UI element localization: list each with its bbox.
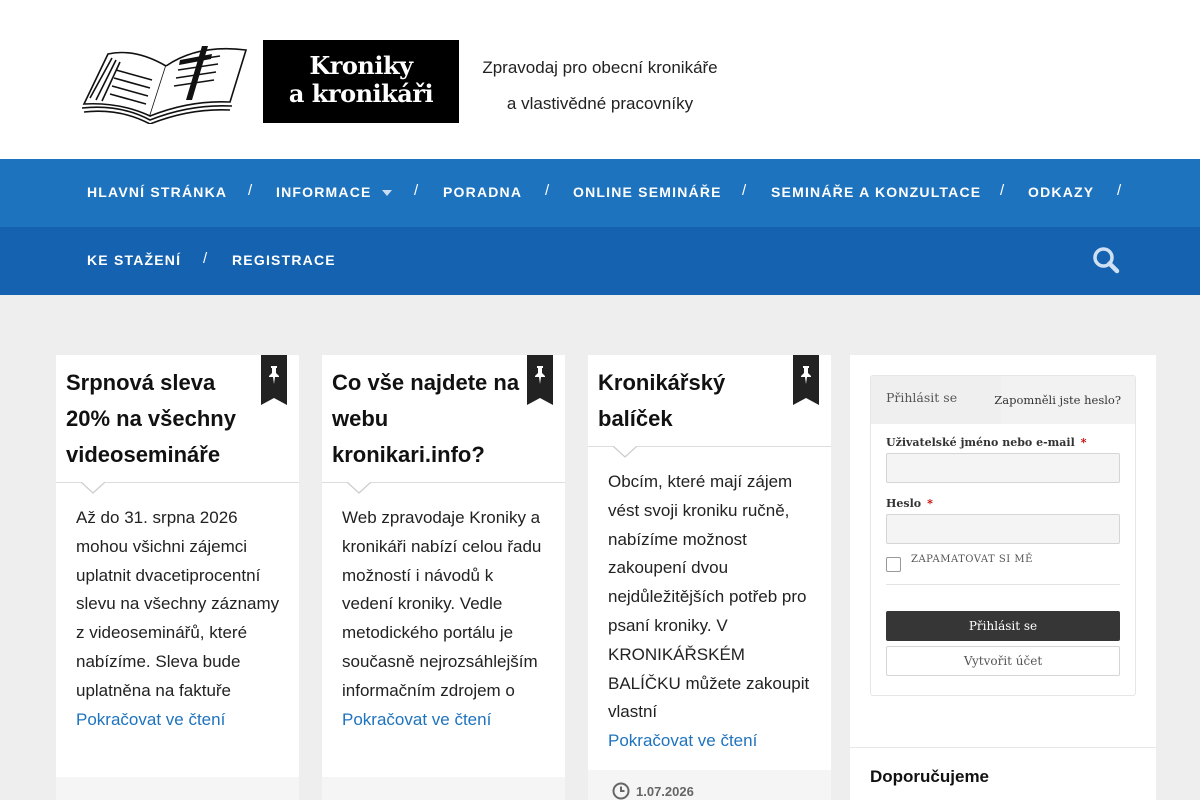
sticky-badge — [261, 355, 287, 405]
post-title[interactable]: Srpnová sleva 20% na všechny videoseminá… — [66, 365, 256, 473]
clock-icon — [612, 782, 630, 800]
tab-login[interactable]: Přihlásit se — [871, 376, 1001, 424]
nav-item-seminare-a-konzultace[interactable]: SEMINÁŘE A KONZULTACE — [771, 159, 981, 227]
sticky-badge — [527, 355, 553, 405]
post-footer: 1.07.2026 — [588, 770, 831, 800]
secondary-navigation-row: KE STAŽENÍ / REGISTRACE — [0, 227, 1200, 295]
divider-notch — [613, 446, 637, 458]
pin-icon — [801, 366, 811, 384]
remember-me-label[interactable]: ZAPAMATOVAT SI MĚ — [911, 554, 1033, 565]
password-field[interactable] — [886, 514, 1120, 544]
nav-separator: / — [1117, 182, 1122, 199]
read-more-link[interactable]: Pokračovat ve čtení — [76, 706, 281, 735]
post-title[interactable]: Co vše najdete na webu kronikari.info? — [332, 365, 522, 473]
login-button[interactable]: Přihlásit se — [886, 611, 1120, 641]
tagline-line2: a vlastivědné pracovníky — [506, 94, 694, 113]
post-card: Kronikářský balíček Obcím, které mají zá… — [588, 355, 831, 800]
login-form: Přihlásit se Zapomněli jste heslo? Uživa… — [870, 375, 1136, 696]
divider-notch — [81, 482, 105, 494]
nav-item-poradna[interactable]: PORADNA — [443, 159, 522, 227]
post-card: Srpnová sleva 20% na všechny videoseminá… — [56, 355, 299, 800]
chevron-down-icon — [381, 190, 392, 197]
nav-item-label: HLAVNÍ STRÁNKA — [87, 184, 228, 200]
search-icon[interactable] — [1091, 245, 1121, 275]
tab-login-label: Přihlásit se — [886, 390, 958, 405]
create-account-button[interactable]: Vytvořit účet — [886, 646, 1120, 676]
nav-separator: / — [742, 182, 747, 199]
username-label: Uživatelské jméno nebo e-mail * — [886, 436, 1087, 449]
site-tagline: Zpravodaj pro obecní kronikáře a vlastiv… — [470, 50, 730, 122]
post-card: Co vše najdete na webu kronikari.info? W… — [322, 355, 565, 800]
pin-icon — [269, 366, 279, 384]
post-excerpt: Až do 31. srpna 2026 mohou všichni zájem… — [76, 504, 281, 734]
password-label: Heslo * — [886, 497, 933, 510]
nav-item-online-seminare[interactable]: ONLINE SEMINÁŘE — [573, 159, 722, 227]
post-footer — [56, 777, 299, 800]
post-excerpt: Obcím, které mají zájem vést svoji kroni… — [608, 468, 813, 756]
nav-separator: / — [545, 182, 550, 199]
password-label-text: Heslo — [886, 497, 922, 510]
nav-item-label: INFORMACE — [276, 184, 372, 200]
book-logo-icon[interactable] — [80, 40, 250, 124]
sidebar: Přihlásit se Zapomněli jste heslo? Uživa… — [850, 355, 1156, 800]
post-date-text: 1.07.2026 — [636, 784, 694, 799]
logo-text-line2: a kronikáři — [288, 79, 434, 108]
nav-item-hlavni-stranka[interactable]: HLAVNÍ STRÁNKA — [87, 159, 227, 227]
nav-item-odkazy[interactable]: ODKAZY — [1028, 159, 1094, 227]
site-logo[interactable]: Kroniky a kronikáři — [263, 40, 459, 123]
divider-notch — [347, 482, 371, 494]
nav-item-registrace[interactable]: REGISTRACE — [232, 227, 336, 295]
tagline-line1: Zpravodaj pro obecní kronikáře — [482, 58, 718, 77]
widget-divider — [850, 747, 1156, 748]
read-more-link[interactable]: Pokračovat ve čtení — [342, 706, 547, 735]
excerpt-text: Web zpravodaje Kroniky a kronikáři nabíz… — [342, 508, 542, 700]
sticky-badge — [793, 355, 819, 405]
logo-text-line1: Kroniky — [309, 51, 413, 80]
post-excerpt: Web zpravodaje Kroniky a kronikáři nabíz… — [342, 504, 547, 734]
form-divider — [886, 584, 1120, 585]
nav-item-label: ONLINE SEMINÁŘE — [573, 184, 722, 200]
required-mark: * — [927, 497, 933, 510]
post-date: 1.07.2026 — [612, 782, 694, 800]
login-tabs: Přihlásit se Zapomněli jste heslo? — [871, 376, 1135, 424]
nav-item-informace[interactable]: INFORMACE — [276, 159, 392, 227]
site-header: Kroniky a kronikáři Zpravodaj pro obecní… — [0, 0, 1200, 159]
pin-icon — [535, 366, 545, 384]
main-navigation: HLAVNÍ STRÁNKA / INFORMACE / PORADNA / O… — [0, 159, 1200, 227]
nav-item-label: REGISTRACE — [232, 252, 336, 268]
nav-separator: / — [248, 182, 253, 199]
required-mark: * — [1080, 436, 1087, 449]
nav-separator: / — [203, 250, 208, 267]
nav-item-label: ODKAZY — [1028, 184, 1095, 200]
post-title[interactable]: Kronikářský balíček — [598, 365, 788, 437]
nav-item-label: PORADNA — [443, 184, 523, 200]
nav-item-label: KE STAŽENÍ — [87, 252, 182, 268]
excerpt-text: Obcím, které mají zájem vést svoji kroni… — [608, 472, 810, 722]
nav-separator: / — [414, 182, 419, 199]
read-more-link[interactable]: Pokračovat ve čtení — [608, 727, 813, 756]
username-label-text: Uživatelské jméno nebo e-mail — [886, 436, 1075, 449]
widget-title: Doporučujeme — [870, 767, 990, 786]
nav-item-ke-stazeni[interactable]: KE STAŽENÍ — [87, 227, 181, 295]
remember-me-checkbox[interactable] — [886, 557, 901, 572]
post-footer — [322, 777, 565, 800]
nav-item-label: SEMINÁŘE A KONZULTACE — [771, 184, 982, 200]
forgot-password-link[interactable]: Zapomněli jste heslo? — [994, 393, 1121, 407]
username-field[interactable] — [886, 453, 1120, 483]
excerpt-text: Až do 31. srpna 2026 mohou všichni zájem… — [76, 508, 280, 700]
nav-separator: / — [1000, 182, 1005, 199]
